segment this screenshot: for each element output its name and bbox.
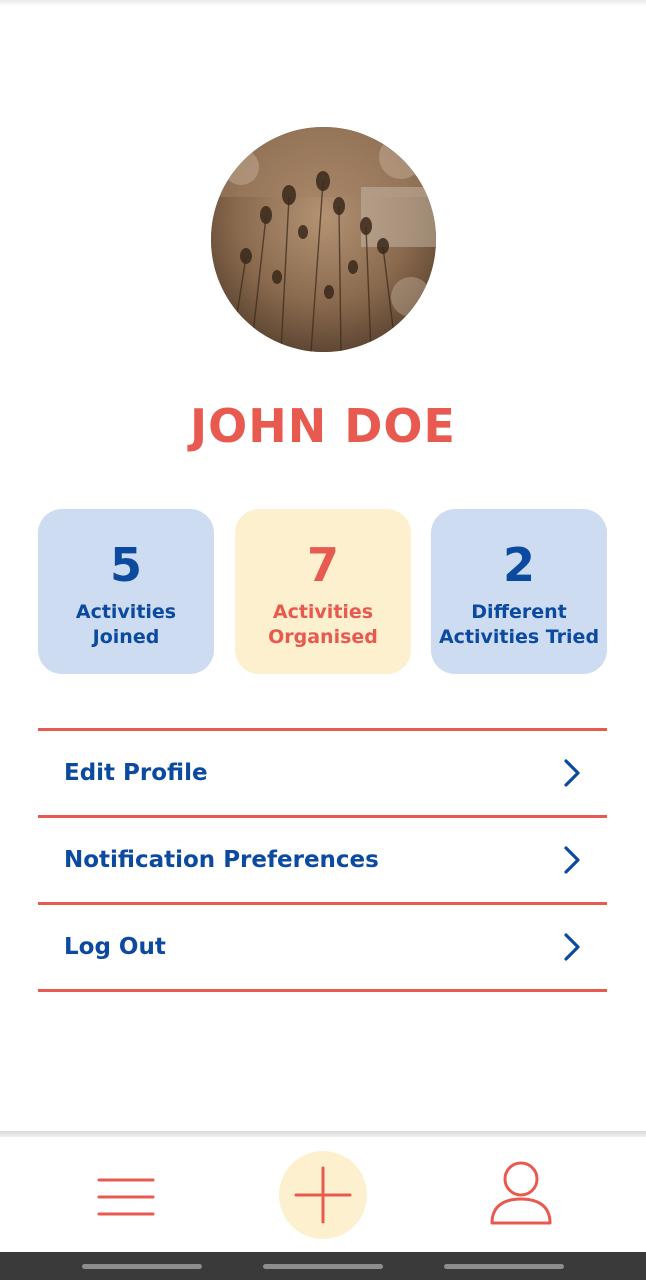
menu-item-label: Notification Preferences (64, 847, 379, 873)
profile-photo-image (211, 127, 436, 352)
system-navigation-bar (0, 1252, 646, 1280)
stat-label: Activities Joined (75, 601, 177, 648)
profile-avatar[interactable] (211, 127, 436, 352)
chevron-right-icon (564, 759, 580, 787)
system-bar-indicator (263, 1264, 383, 1269)
hamburger-menu-icon (97, 1178, 155, 1216)
add-activity-button[interactable] (279, 1151, 367, 1239)
top-edge (0, 0, 646, 6)
divider (38, 989, 607, 992)
menu-item-label: Log Out (64, 934, 166, 960)
menu-button[interactable] (97, 1176, 155, 1218)
menu-item-notification-preferences[interactable]: Notification Preferences (38, 818, 607, 902)
stat-value: 2 (502, 538, 535, 592)
chevron-right-icon (564, 846, 580, 874)
bottom-nav (0, 1137, 646, 1252)
stat-label: Activities Organised (268, 601, 378, 648)
stat-label: Different Activities Tried (438, 601, 600, 648)
menu-item-label: Edit Profile (64, 760, 208, 786)
stat-card-different-activities: 2 Different Activities Tried (431, 509, 607, 674)
menu-item-log-out[interactable]: Log Out (38, 905, 607, 989)
system-bar-indicator (444, 1264, 564, 1269)
profile-name: JOHN DOE (190, 399, 456, 453)
stat-card-activities-joined: 5 Activities Joined (38, 509, 214, 674)
user-icon (490, 1161, 552, 1225)
menu-item-edit-profile[interactable]: Edit Profile (38, 731, 607, 815)
profile-button[interactable] (488, 1160, 554, 1226)
stat-card-activities-organised: 7 Activities Organised (235, 509, 411, 674)
plus-icon (294, 1166, 352, 1224)
system-bar-indicator (82, 1264, 202, 1269)
stat-value: 5 (109, 538, 142, 592)
stat-value: 7 (306, 538, 339, 592)
chevron-right-icon (564, 933, 580, 961)
